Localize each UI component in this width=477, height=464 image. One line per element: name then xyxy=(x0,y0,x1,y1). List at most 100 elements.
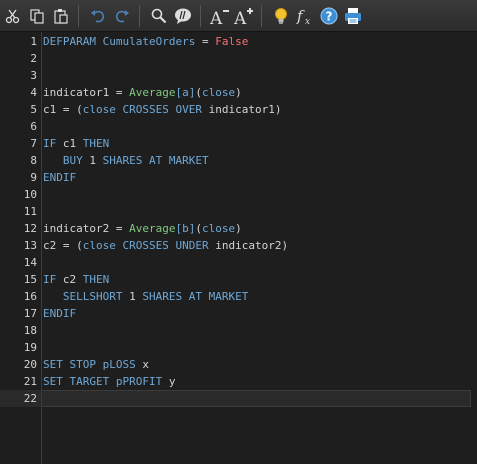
line-number: 6 xyxy=(30,120,37,133)
undo-icon[interactable] xyxy=(87,5,109,27)
code-line[interactable]: 4 indicator1 = Average[a](close) xyxy=(0,84,477,101)
code-token: SELLSHORT xyxy=(62,290,123,303)
svg-text:A: A xyxy=(210,9,223,25)
code-token: SHARES AT MARKET xyxy=(142,290,249,303)
code-text: c1 = (close CROSSES OVER indicator1) xyxy=(43,101,281,118)
toolbar-separator xyxy=(78,4,79,27)
line-number: 21 xyxy=(23,375,37,388)
code-line[interactable]: 6 xyxy=(0,118,477,135)
code-line[interactable]: 22 xyxy=(0,390,477,407)
code-text: indicator1 = Average[a](close) xyxy=(43,84,242,101)
code-token: BUY xyxy=(62,154,83,167)
line-number: 4 xyxy=(30,86,37,99)
code-line[interactable]: 19 xyxy=(0,339,477,356)
code-line[interactable]: 5 c1 = (close CROSSES OVER indicator1) xyxy=(0,101,477,118)
code-token: Average xyxy=(129,222,176,235)
svg-text:x: x xyxy=(305,17,310,25)
increase-font-icon[interactable]: A xyxy=(233,5,255,27)
code-text: IF c1 THEN xyxy=(43,135,109,152)
svg-text:f: f xyxy=(296,7,305,25)
code-token: SET STOP pLOSS xyxy=(43,358,136,371)
code-text: SET STOP pLOSS x xyxy=(43,356,149,373)
code-line[interactable]: 18 xyxy=(0,322,477,339)
code-token: [a] xyxy=(175,86,196,99)
current-line-highlight xyxy=(41,390,471,407)
code-line[interactable]: 9 ENDIF xyxy=(0,169,477,186)
line-number: 7 xyxy=(30,137,37,150)
line-number: 20 xyxy=(23,358,37,371)
line-number: 14 xyxy=(23,256,37,269)
lightbulb-icon[interactable] xyxy=(270,5,292,27)
line-number: 13 xyxy=(23,239,37,252)
code-line[interactable]: 14 xyxy=(0,254,477,271)
line-number: 22 xyxy=(23,392,37,405)
line-number: 19 xyxy=(23,341,37,354)
code-token: indicator2) xyxy=(208,239,289,252)
code-line[interactable]: 12 indicator2 = Average[b](close) xyxy=(0,220,477,237)
code-text: DEFPARAM CumulateOrders = False xyxy=(43,33,248,50)
line-number: 16 xyxy=(23,290,37,303)
comment-icon[interactable] xyxy=(172,5,194,27)
code-line[interactable]: 13 c2 = (close CROSSES UNDER indicator2) xyxy=(0,237,477,254)
code-token: ( xyxy=(195,86,202,99)
svg-text:?: ? xyxy=(326,9,333,23)
line-number: 11 xyxy=(23,205,37,218)
print-icon[interactable] xyxy=(342,5,364,27)
code-line[interactable]: 21 SET TARGET pPROFIT y xyxy=(0,373,477,390)
line-number: 18 xyxy=(23,324,37,337)
code-token: Average xyxy=(129,86,176,99)
line-number: 3 xyxy=(30,69,37,82)
line-number: 17 xyxy=(23,307,37,320)
help-icon[interactable]: ? xyxy=(318,5,340,27)
line-number: 12 xyxy=(23,222,37,235)
scissors-icon[interactable] xyxy=(2,5,24,27)
toolbar-separator xyxy=(139,4,140,27)
svg-text:A: A xyxy=(234,9,247,25)
code-editor[interactable]: 1 DEFPARAM CumulateOrders = False 2 3 4 indic… xyxy=(0,32,477,464)
code-token: indicator2 = xyxy=(43,222,130,235)
decrease-font-icon[interactable]: A xyxy=(209,5,231,27)
code-token: IF xyxy=(43,137,57,150)
line-number: 10 xyxy=(23,188,37,201)
code-token: x xyxy=(135,358,149,371)
vertical-scrollbar[interactable] xyxy=(471,32,477,464)
code-token: 1 xyxy=(82,154,103,167)
redo-icon[interactable] xyxy=(111,5,133,27)
code-line[interactable]: 11 xyxy=(0,203,477,220)
function-icon[interactable]: fx xyxy=(294,5,316,27)
code-token: SHARES AT MARKET xyxy=(102,154,209,167)
code-token: c2 xyxy=(56,273,83,286)
search-icon[interactable] xyxy=(148,5,170,27)
code-token: indicator1) xyxy=(201,103,282,116)
code-line[interactable]: 7 IF c1 THEN xyxy=(0,135,477,152)
code-line[interactable]: 1 DEFPARAM CumulateOrders = False xyxy=(0,33,477,50)
code-text: ENDIF xyxy=(43,305,76,322)
code-line[interactable]: 8 BUY 1 SHARES AT MARKET xyxy=(0,152,477,169)
code-line[interactable]: 20 SET STOP pLOSS x xyxy=(0,356,477,373)
code-line[interactable]: 16 SELLSHORT 1 SHARES AT MARKET xyxy=(0,288,477,305)
code-line[interactable]: 3 xyxy=(0,67,477,84)
code-text: indicator2 = Average[b](close) xyxy=(43,220,242,237)
code-line[interactable]: 10 xyxy=(0,186,477,203)
line-number: 9 xyxy=(30,171,37,184)
code-token: [b] xyxy=(175,222,196,235)
code-token: ) xyxy=(235,222,242,235)
code-text: SET TARGET pPROFIT y xyxy=(43,373,175,390)
code-token: close xyxy=(201,222,236,235)
copy-icon[interactable] xyxy=(26,5,48,27)
code-token: close CROSSES UNDER xyxy=(82,239,209,252)
code-token: close xyxy=(201,86,236,99)
code-line[interactable]: 17 ENDIF xyxy=(0,305,477,322)
line-number: 5 xyxy=(30,103,37,116)
code-token: c1 xyxy=(56,137,83,150)
code-token: THEN xyxy=(82,137,110,150)
code-line[interactable]: 2 xyxy=(0,50,477,67)
code-token: SET TARGET pPROFIT xyxy=(43,375,163,388)
code-token: c2 = ( xyxy=(43,239,83,252)
code-token: ( xyxy=(195,222,202,235)
code-line[interactable]: 15 IF c2 THEN xyxy=(0,271,477,288)
paste-icon[interactable] xyxy=(50,5,72,27)
code-token: y xyxy=(162,375,176,388)
